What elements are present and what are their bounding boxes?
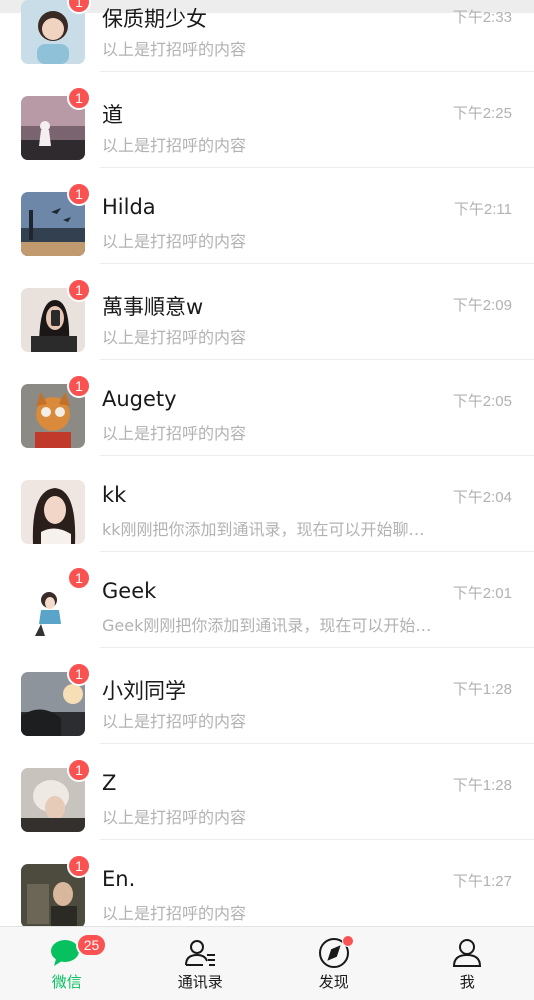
tab-me[interactable]: 我	[401, 927, 534, 1000]
chat-preview: Geek刚刚把你添加到通讯录，现在可以开始聊天了。	[102, 616, 432, 635]
chat-preview: 以上是打招呼的内容	[102, 904, 247, 923]
chat-row[interactable]: 1 道 以上是打招呼的内容 下午2:25	[0, 72, 534, 168]
tab-label: 发现	[318, 973, 349, 991]
chat-row[interactable]: 1 Hilda 以上是打招呼的内容 下午2:11	[0, 168, 534, 264]
chat-preview: 以上是打招呼的内容	[102, 712, 247, 731]
chat-row[interactable]: 1 Z 以上是打招呼的内容 下午1:28	[0, 744, 534, 840]
tab-contacts[interactable]: 通讯录	[134, 927, 268, 1000]
unread-badge: 1	[67, 278, 91, 302]
chat-row[interactable]: kk kk刚刚把你添加到通讯录，现在可以开始聊天了。 下午2:04	[0, 456, 534, 552]
chat-preview: 以上是打招呼的内容	[102, 136, 247, 155]
avatar-wrap: 1	[21, 278, 91, 352]
bottom-tab-bar: 25 微信 通讯录 发现 我	[0, 926, 534, 1000]
tab-discover[interactable]: 发现	[267, 927, 401, 1000]
chat-time: 下午2:04	[452, 489, 512, 506]
chat-row[interactable]: 1 Geek Geek刚刚把你添加到通讯录，现在可以开始聊天了。 下午2:01	[0, 552, 534, 648]
avatar-wrap: 1	[21, 182, 91, 256]
unread-badge: 1	[67, 854, 91, 878]
chat-name: 道	[102, 103, 123, 127]
chat-preview: 以上是打招呼的内容	[102, 808, 247, 827]
avatar-wrap: 1	[21, 0, 91, 64]
wechat-chat-list-screen: 1 保质期少女 以上是打招呼的内容 下午2:33 1 道 以上是打招呼的内容 下…	[0, 0, 534, 1000]
avatar	[21, 480, 85, 544]
chat-name: 萬事順意w	[102, 295, 204, 319]
avatar-wrap: 1	[21, 758, 91, 832]
tab-label: 我	[459, 973, 475, 991]
unread-badge: 1	[67, 86, 91, 110]
avatar-wrap	[21, 480, 85, 544]
person-icon	[450, 937, 484, 969]
chat-time: 下午1:27	[452, 873, 512, 890]
chat-time: 下午2:09	[452, 297, 512, 314]
chat-preview: 以上是打招呼的内容	[102, 328, 247, 347]
chat-row[interactable]: 1 Augety 以上是打招呼的内容 下午2:05	[0, 360, 534, 456]
chat-name: Z	[102, 771, 117, 795]
avatar-wrap: 1	[21, 566, 91, 640]
avatar-wrap: 1	[21, 662, 91, 736]
chat-time: 下午2:01	[452, 585, 512, 602]
tab-label: 通讯录	[177, 973, 223, 991]
chat-preview: kk刚刚把你添加到通讯录，现在可以开始聊天了。	[102, 520, 432, 539]
unread-badge: 1	[67, 182, 91, 206]
chat-name: kk	[102, 483, 127, 507]
discover-dot	[341, 935, 354, 947]
chat-list[interactable]: 1 保质期少女 以上是打招呼的内容 下午2:33 1 道 以上是打招呼的内容 下…	[0, 0, 534, 936]
chat-preview: 以上是打招呼的内容	[102, 232, 247, 251]
chat-name: 保质期少女	[102, 7, 207, 31]
chat-row[interactable]: 1 En. 以上是打招呼的内容 下午1:27	[0, 840, 534, 936]
chat-time: 下午2:05	[452, 393, 512, 410]
chat-time: 下午1:28	[452, 777, 512, 794]
contacts-icon	[183, 937, 217, 969]
chat-row[interactable]: 1 小刘同学 以上是打招呼的内容 下午1:28	[0, 648, 534, 744]
chat-preview: 以上是打招呼的内容	[102, 424, 247, 443]
chat-name: En.	[102, 867, 136, 891]
unread-badge: 1	[67, 374, 91, 398]
chat-row[interactable]: 1 萬事順意w 以上是打招呼的内容 下午2:09	[0, 264, 534, 360]
chat-bubble-icon: 25	[50, 933, 108, 969]
chat-time: 下午2:11	[453, 201, 512, 218]
unread-badge: 1	[67, 758, 91, 782]
chat-time: 下午1:28	[452, 681, 512, 698]
compass-icon	[317, 935, 354, 969]
unread-badge: 1	[67, 662, 91, 686]
chat-name: 小刘同学	[102, 679, 186, 703]
chat-preview: 以上是打招呼的内容	[102, 40, 247, 59]
avatar-wrap: 1	[21, 854, 91, 928]
avatar-wrap: 1	[21, 374, 91, 448]
chat-time: 下午2:25	[452, 105, 512, 122]
chat-name: Hilda	[102, 195, 156, 219]
avatar-wrap: 1	[21, 86, 91, 160]
chat-name: Geek	[102, 579, 157, 603]
chat-name: Augety	[102, 387, 177, 411]
chat-time: 下午2:33	[452, 9, 512, 26]
tab-unread-badge: 25	[75, 933, 108, 957]
chat-row[interactable]: 1 保质期少女 以上是打招呼的内容 下午2:33	[0, 0, 534, 72]
tab-chats[interactable]: 25 微信	[0, 927, 134, 1000]
unread-badge: 1	[67, 566, 91, 590]
tab-label: 微信	[51, 973, 82, 991]
